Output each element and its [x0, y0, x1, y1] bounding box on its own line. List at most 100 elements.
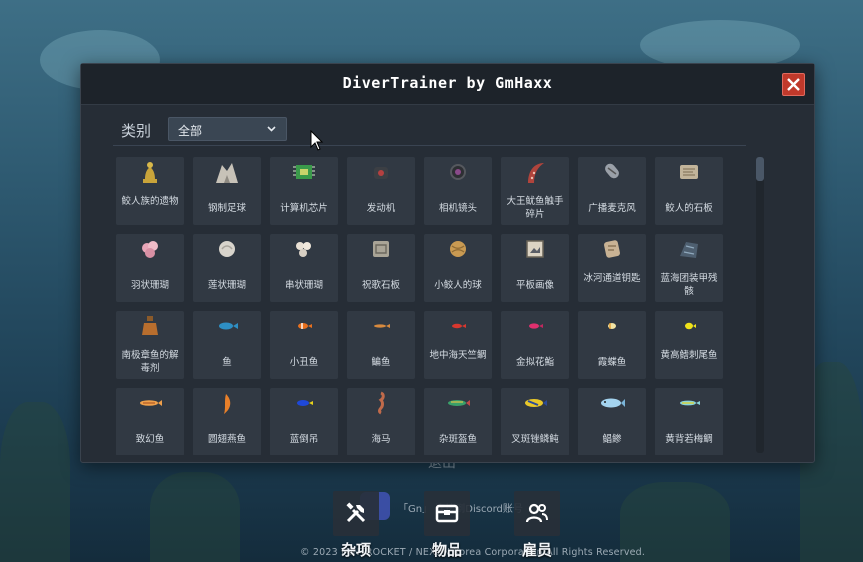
item-tile[interactable]: 羽状珊瑚 [116, 234, 184, 302]
tools-icon [346, 502, 366, 523]
item-tile[interactable]: 致幻鱼 [116, 388, 184, 455]
staff-label: 雇员 [521, 541, 552, 559]
item-tile[interactable]: 杂斑盔鱼 [424, 388, 492, 455]
blue-tang-icon [289, 388, 319, 418]
category-select[interactable]: 全部 [168, 117, 287, 141]
item-tile[interactable]: 海马 [347, 388, 415, 455]
item-label: 鳊鱼 [371, 357, 391, 368]
item-tile[interactable]: 鲛人的石板 [655, 157, 723, 225]
item-tile[interactable]: 发动机 [347, 157, 415, 225]
item-label: 鲳鲹 [602, 434, 622, 445]
ball-icon [443, 234, 473, 264]
picture-icon [520, 234, 550, 264]
item-label: 鲛人的石板 [665, 203, 713, 214]
item-label: 致幻鱼 [135, 434, 165, 445]
items-button[interactable] [424, 491, 470, 536]
mouse-cursor-icon [310, 130, 324, 151]
item-tile[interactable]: 大王鱿鱼触手碎片 [501, 157, 569, 225]
item-tile[interactable]: 广播麦克风 [578, 157, 646, 225]
anthias-icon [520, 311, 550, 341]
item-label: 祝歌石板 [361, 280, 400, 291]
item-label: 小鲛人的球 [434, 280, 482, 291]
category-filter-row: 类别 全部 [81, 112, 814, 146]
snapper-icon [674, 388, 704, 418]
item-label: 杂斑盔鱼 [438, 434, 477, 445]
item-tile[interactable]: 小丑鱼 [270, 311, 338, 379]
cardinalfish-icon [443, 311, 473, 341]
batfish-icon [212, 388, 242, 418]
chest-icon [435, 504, 459, 523]
dialog-title: DiverTrainer by GmHaxx [342, 74, 553, 92]
item-tile[interactable]: 计算机芯片 [270, 157, 338, 225]
statue-icon [135, 157, 165, 187]
engine-icon [366, 157, 396, 187]
tang-yellow-icon [674, 311, 704, 341]
item-tile[interactable]: 祝歌石板 [347, 234, 415, 302]
item-tile[interactable]: 钢制足球 [193, 157, 261, 225]
item-tile[interactable]: 莲状珊瑚 [193, 234, 261, 302]
chevron-down-icon [267, 126, 276, 132]
staff-button[interactable] [514, 491, 560, 536]
armor-wreck-icon [674, 234, 704, 264]
item-label: 计算机芯片 [280, 203, 328, 214]
item-label: 海马 [371, 434, 391, 445]
item-label: 圆翅燕鱼 [207, 434, 246, 445]
item-tile[interactable]: 鲛人族的遗物 [116, 157, 184, 225]
item-label: 南极章鱼的解毒剂 [121, 350, 179, 374]
close-button[interactable] [782, 73, 805, 96]
item-grid-scrollbar[interactable] [756, 157, 764, 453]
item-tile[interactable]: 金拟花鮨 [501, 311, 569, 379]
item-tile[interactable]: 黄背若梅鲷 [655, 388, 723, 455]
item-label: 叉斑锉鳞鲀 [511, 434, 559, 445]
item-label: 黄背若梅鲷 [665, 434, 713, 445]
item-tile[interactable]: 平板画像 [501, 234, 569, 302]
item-label: 莲状珊瑚 [207, 280, 246, 291]
item-label: 鱼 [222, 357, 232, 368]
item-tile[interactable]: 叉斑锉鳞鲀 [501, 388, 569, 455]
category-label: 类别 [121, 122, 152, 140]
tentacle-icon [520, 157, 550, 187]
potion-icon [135, 311, 165, 341]
key-stone-icon [597, 234, 627, 264]
item-tile[interactable]: 鳊鱼 [347, 311, 415, 379]
items-label: 物品 [431, 541, 462, 559]
item-label: 金拟花鮨 [515, 357, 554, 368]
item-tile[interactable]: 圆翅燕鱼 [193, 388, 261, 455]
item-label: 相机镜头 [438, 203, 477, 214]
pompano-icon [597, 388, 627, 418]
wrasse-icon [443, 388, 473, 418]
item-tile[interactable]: 鱼 [193, 311, 261, 379]
chip-icon [289, 157, 319, 187]
item-label: 大王鱿鱼触手碎片 [506, 196, 564, 220]
item-label: 羽状珊瑚 [130, 280, 169, 291]
coral-white-icon [212, 234, 242, 264]
item-label: 霞蝶鱼 [597, 357, 627, 368]
item-tile[interactable]: 蓝海团装甲残骸 [655, 234, 723, 302]
item-tile[interactable]: 冰河通道钥匙 [578, 234, 646, 302]
item-tile[interactable]: 南极章鱼的解毒剂 [116, 311, 184, 379]
close-icon [787, 78, 800, 91]
item-label: 冰河通道钥匙 [583, 273, 641, 284]
category-select-value: 全部 [178, 124, 203, 138]
item-tile[interactable]: 蓝倒吊 [270, 388, 338, 455]
fish-orange-icon [135, 388, 165, 418]
item-label: 平板画像 [515, 280, 554, 291]
item-tile[interactable]: 黄高鳍刺尾鱼 [655, 311, 723, 379]
fish-blue-icon [212, 311, 242, 341]
item-tile[interactable]: 小鲛人的球 [424, 234, 492, 302]
stone-tablet-icon [674, 157, 704, 187]
item-tile[interactable]: 霞蝶鱼 [578, 311, 646, 379]
item-label: 地中海天竺鲷 [429, 350, 487, 361]
misc-button[interactable] [333, 491, 379, 536]
lens-icon [443, 157, 473, 187]
clownfish-icon [289, 311, 319, 341]
filter-divider [113, 145, 746, 146]
item-label: 鲛人族的遗物 [121, 196, 179, 207]
item-tile[interactable]: 鲳鲹 [578, 388, 646, 455]
item-tile[interactable]: 串状珊瑚 [270, 234, 338, 302]
item-label: 钢制足球 [207, 203, 246, 214]
item-tile[interactable]: 相机镜头 [424, 157, 492, 225]
item-tile[interactable]: 地中海天竺鲷 [424, 311, 492, 379]
microphone-icon [597, 157, 627, 187]
scrollbar-thumb[interactable] [756, 157, 764, 181]
